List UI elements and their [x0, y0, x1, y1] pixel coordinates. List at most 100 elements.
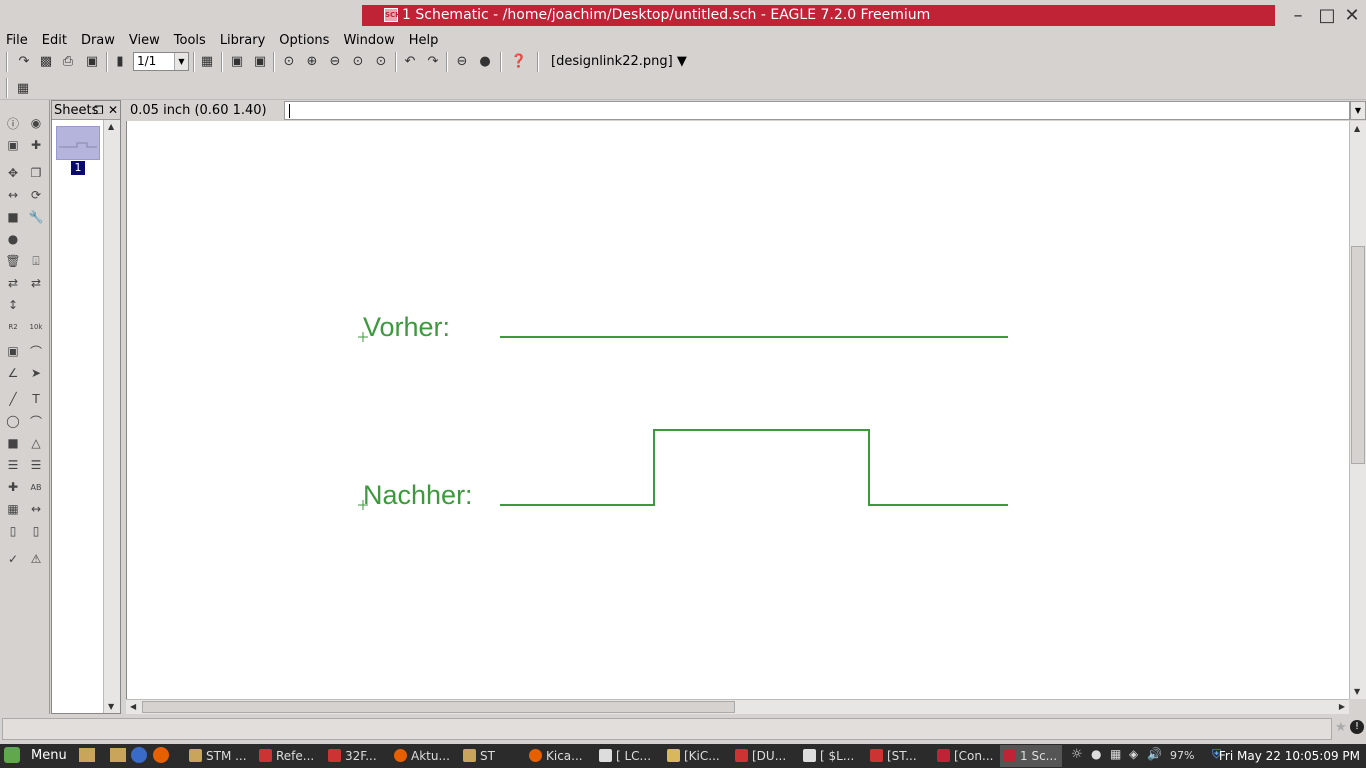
show-icon[interactable]: ◉: [27, 114, 45, 132]
zoom-redraw-icon[interactable]: ⊙: [349, 52, 367, 70]
erc-icon[interactable]: ✓: [4, 550, 22, 568]
scroll-left-icon[interactable]: ◀: [130, 702, 136, 711]
info-icon[interactable]: !: [1350, 720, 1364, 734]
scroll-down-icon[interactable]: ▼: [108, 702, 114, 711]
folder-icon[interactable]: [110, 748, 126, 762]
wire-icon[interactable]: ╱: [4, 390, 22, 408]
volume-icon[interactable]: 🔊: [1147, 747, 1162, 761]
zoom-area-icon[interactable]: ⊙: [372, 52, 390, 70]
command-line-input[interactable]: [284, 101, 1350, 120]
invoke-icon[interactable]: ➤: [27, 364, 45, 382]
mark-icon[interactable]: ✚: [27, 136, 45, 154]
menu-tools[interactable]: Tools: [174, 33, 206, 48]
close-icon[interactable]: ✕: [108, 101, 118, 120]
sheets-scrollbar[interactable]: ▲ ▼: [103, 120, 120, 713]
label-icon[interactable]: AB: [27, 478, 45, 496]
label-nachher[interactable]: Nachher:: [363, 479, 473, 511]
rotate-icon[interactable]: ⟳: [27, 186, 45, 204]
print-icon[interactable]: ⎙: [59, 52, 77, 70]
chevron-down-icon[interactable]: ▼: [677, 54, 687, 69]
go-icon[interactable]: ●: [476, 52, 494, 70]
grid-icon[interactable]: ▦: [14, 79, 32, 97]
taskbar-item[interactable]: Kica...: [526, 745, 592, 767]
clipboard-icon[interactable]: ▦: [1110, 747, 1121, 761]
redo-icon[interactable]: ↷: [424, 52, 442, 70]
warning-icon[interactable]: ⚠: [27, 550, 45, 568]
arc-icon[interactable]: ⌒: [27, 412, 45, 430]
menu-help[interactable]: Help: [409, 33, 439, 48]
taskbar-item-active[interactable]: 1 Sc...: [1000, 745, 1062, 767]
zoom-in-icon[interactable]: ⊕: [303, 52, 321, 70]
sheet-thumbnail[interactable]: [56, 126, 100, 160]
schematic-canvas[interactable]: Vorher: Nachher:: [126, 121, 1349, 699]
taskbar-item[interactable]: [ LC...: [596, 745, 658, 767]
label-vorher[interactable]: Vorher:: [363, 311, 450, 343]
open-icon[interactable]: ↷: [15, 52, 33, 70]
help-icon[interactable]: ❓: [510, 52, 528, 70]
scroll-right-icon[interactable]: ▶: [1339, 702, 1345, 711]
group-icon[interactable]: ■: [4, 208, 22, 226]
menu-window[interactable]: Window: [343, 33, 394, 48]
maximize-button[interactable]: □: [1316, 6, 1338, 26]
frame-icon[interactable]: ▯: [4, 522, 22, 540]
stop-icon[interactable]: ★: [1335, 720, 1347, 735]
close-button[interactable]: ✕: [1341, 6, 1363, 26]
attribute-icon[interactable]: ▦: [4, 500, 22, 518]
start-menu-button[interactable]: Menu: [31, 745, 67, 767]
taskbar-item[interactable]: Aktu...: [391, 745, 457, 767]
grid-columns-icon[interactable]: ▦: [198, 52, 216, 70]
taskbar-item[interactable]: [DU...: [732, 745, 792, 767]
taskbar-item[interactable]: STM ...: [186, 745, 252, 767]
sheet-select[interactable]: 1/1 ▼: [133, 52, 189, 71]
junction-icon[interactable]: ✚: [4, 478, 22, 496]
vertical-scrollbar[interactable]: ▲ ▼: [1349, 121, 1366, 699]
replace-icon[interactable]: ↕: [4, 296, 22, 314]
files-icon[interactable]: [79, 748, 95, 762]
stop-icon[interactable]: ⊖: [453, 52, 471, 70]
firefox-icon[interactable]: [153, 747, 169, 763]
undo-icon[interactable]: ↶: [401, 52, 419, 70]
circle-icon[interactable]: ◯: [4, 412, 22, 430]
delete-icon[interactable]: 🗑: [4, 252, 22, 270]
float-icon[interactable]: ❐: [94, 101, 104, 120]
smash-icon[interactable]: ▣: [4, 342, 22, 360]
user-icon[interactable]: ●: [1091, 747, 1101, 761]
text-icon[interactable]: T: [27, 390, 45, 408]
polygon-icon[interactable]: △: [27, 434, 45, 452]
clock[interactable]: Fri May 22 10:05:09 PM: [1219, 745, 1360, 767]
scroll-up-icon[interactable]: ▲: [1354, 124, 1360, 133]
taskbar-item[interactable]: [Con...: [934, 745, 996, 767]
taskbar-item[interactable]: Refe...: [256, 745, 322, 767]
signal-after-line[interactable]: [500, 429, 1008, 506]
zoom-out-icon[interactable]: ⊖: [326, 52, 344, 70]
thunderbird-icon[interactable]: [131, 747, 147, 763]
bus-icon[interactable]: ☰: [4, 456, 22, 474]
miter-icon[interactable]: ⌒: [27, 342, 45, 360]
info-icon[interactable]: ⓘ: [4, 114, 22, 132]
menu-library[interactable]: Library: [220, 33, 265, 48]
split-icon[interactable]: ∠: [4, 364, 22, 382]
sch-icon[interactable]: ▣: [228, 52, 246, 70]
vertical-scroll-thumb[interactable]: [1351, 246, 1365, 464]
display-icon[interactable]: ▣: [4, 136, 22, 154]
menu-draw[interactable]: Draw: [81, 33, 115, 48]
scroll-up-icon[interactable]: ▲: [108, 122, 114, 131]
minimize-button[interactable]: –: [1287, 6, 1309, 26]
menu-view[interactable]: View: [129, 33, 160, 48]
battery-indicator[interactable]: 97%: [1170, 745, 1194, 767]
chevron-down-icon[interactable]: ▼: [174, 53, 188, 70]
cam-icon[interactable]: ▣: [83, 52, 101, 70]
command-history-dropdown[interactable]: ▼: [1350, 101, 1366, 120]
menu-file[interactable]: File: [6, 33, 28, 48]
mirror-icon[interactable]: ↔: [4, 186, 22, 204]
horizontal-scroll-thumb[interactable]: [142, 701, 735, 713]
name-icon[interactable]: R2: [4, 318, 22, 336]
taskbar-item[interactable]: [ $L...: [800, 745, 862, 767]
taskbar-item[interactable]: 32F...: [325, 745, 385, 767]
pinswap-icon[interactable]: ⇄: [4, 274, 22, 292]
scroll-down-icon[interactable]: ▼: [1354, 687, 1360, 696]
modules-icon[interactable]: ▯: [27, 522, 45, 540]
sheet-icon[interactable]: ▮: [111, 52, 129, 70]
change-icon[interactable]: 🔧: [27, 208, 45, 226]
value-icon[interactable]: 10k: [27, 318, 45, 336]
